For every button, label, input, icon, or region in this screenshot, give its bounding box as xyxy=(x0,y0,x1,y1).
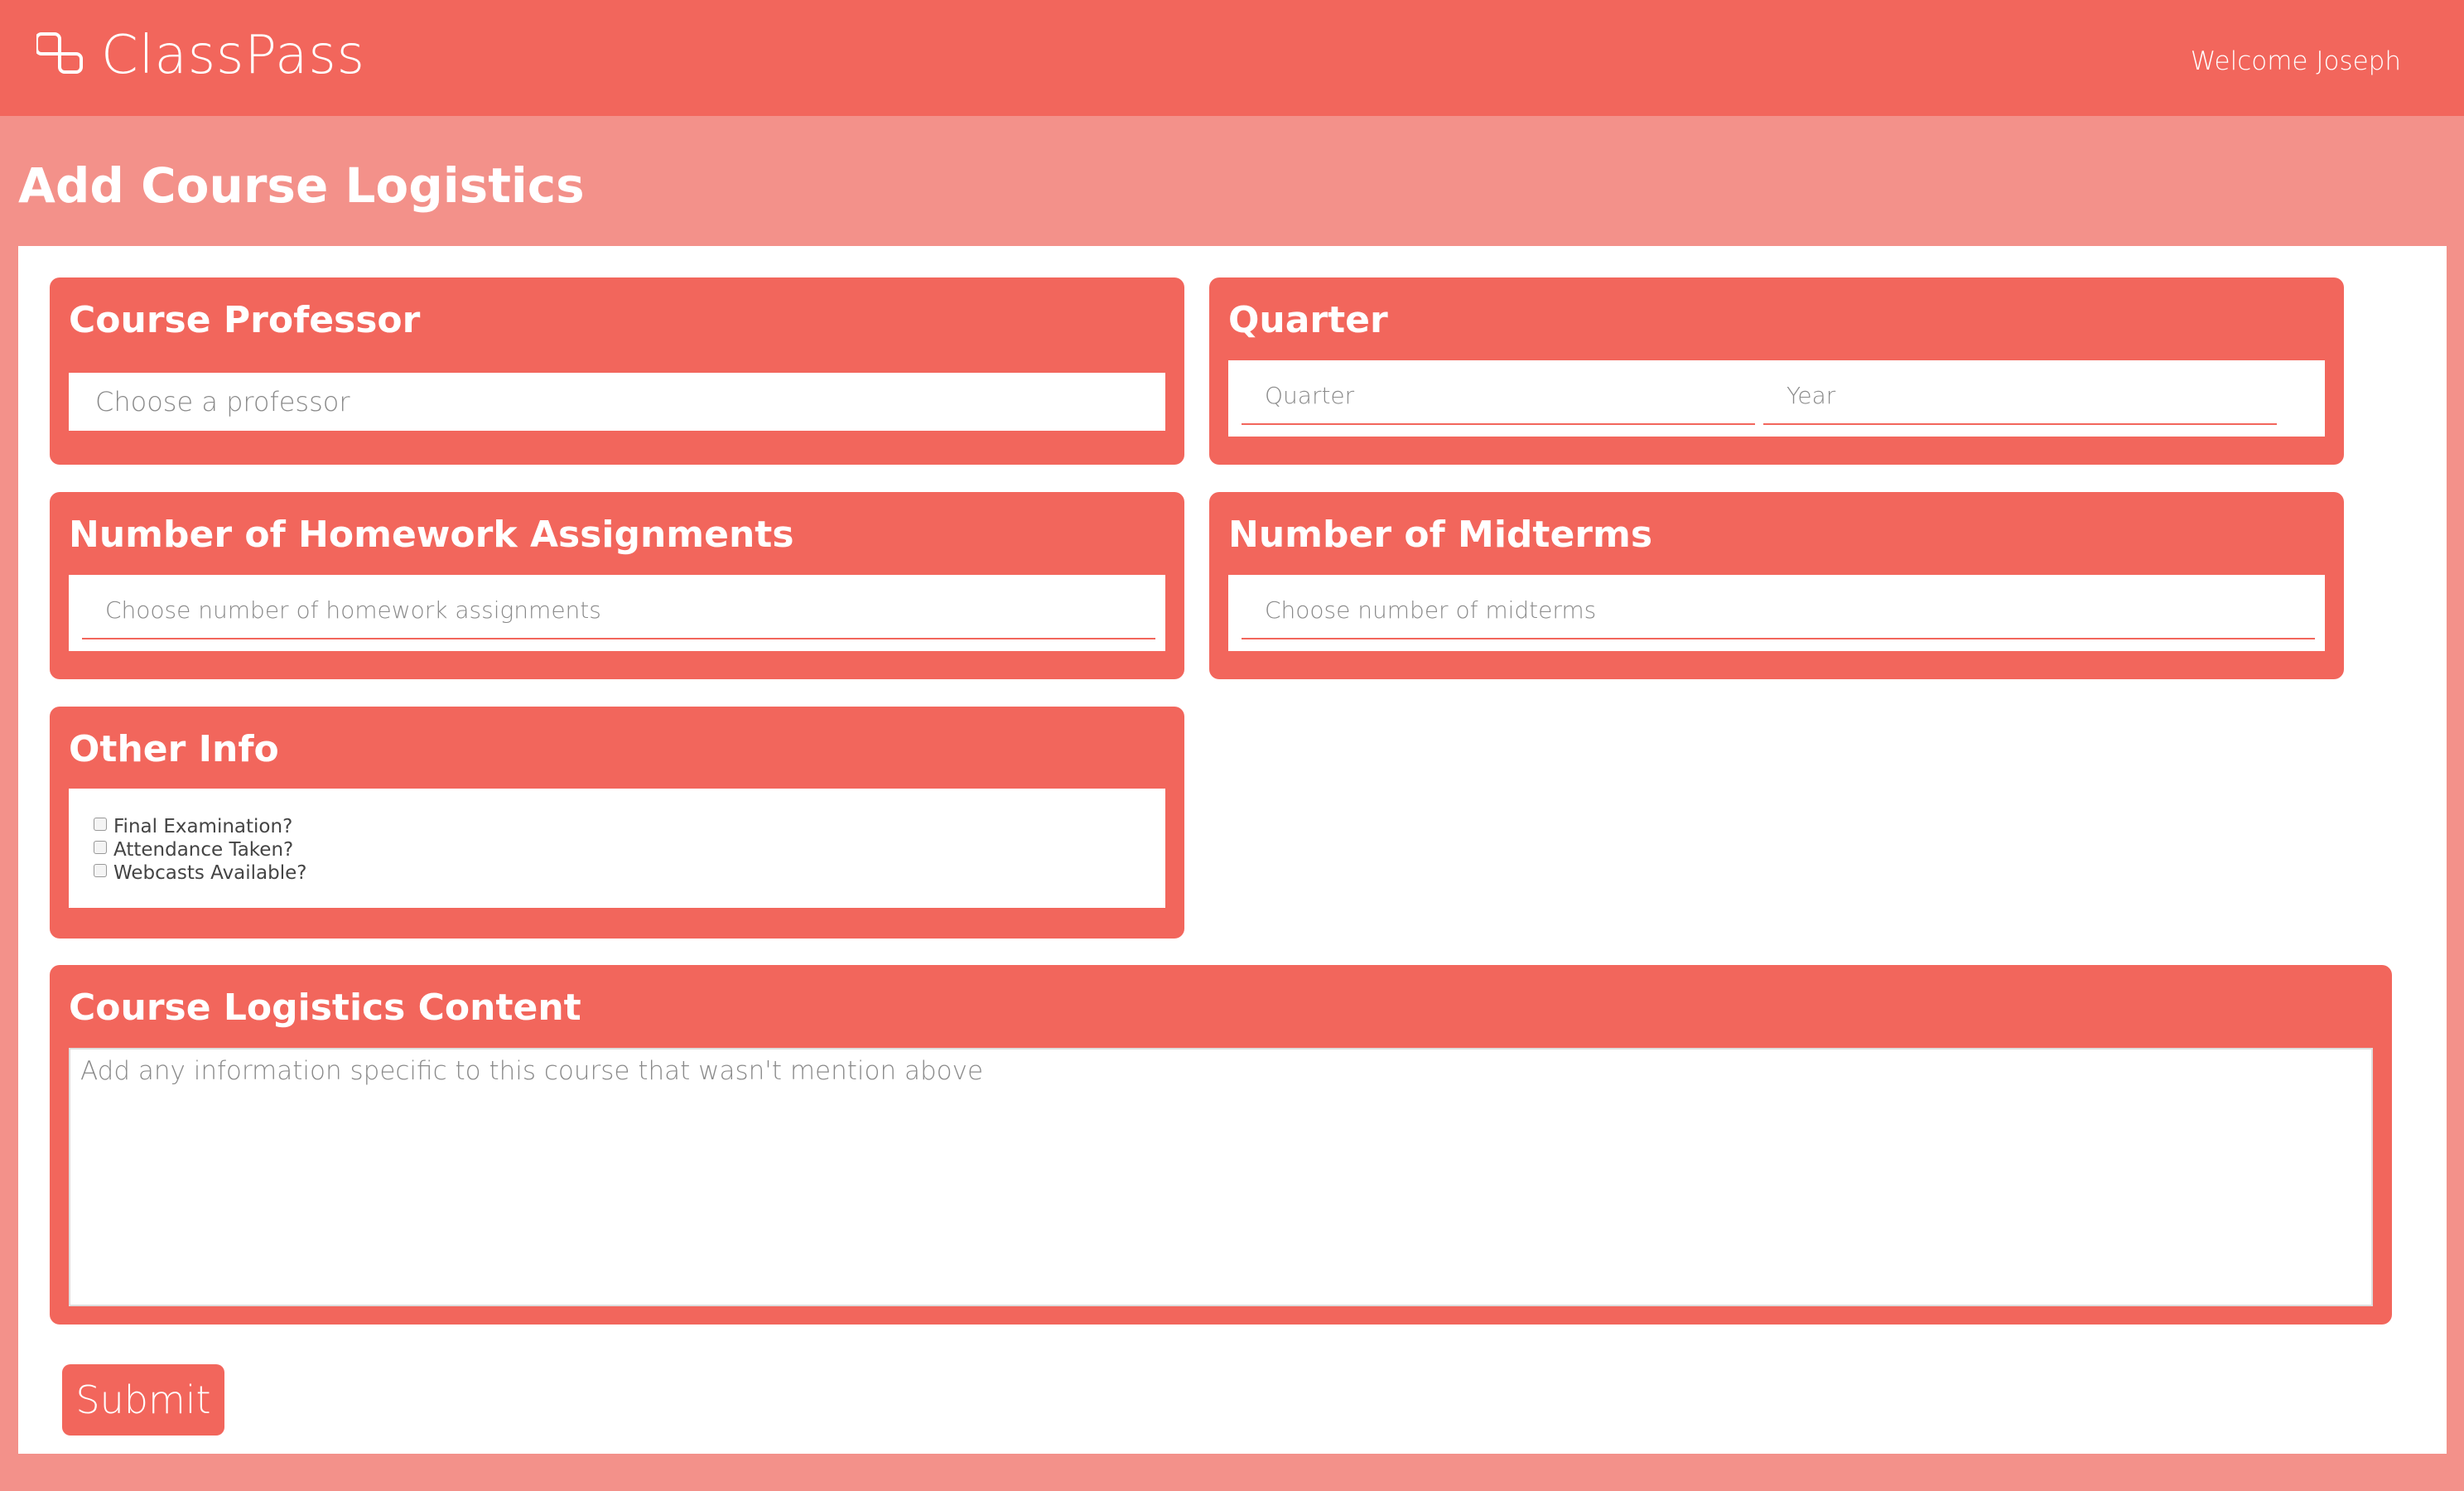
course-logistics-content-title: Course Logistics Content xyxy=(69,987,581,1029)
final-examination-label: Final Examination? xyxy=(113,816,293,837)
midterms-input-panel: Choose number of midterms xyxy=(1228,575,2325,651)
quarter-input-placeholder: Quarter xyxy=(1265,381,1355,409)
midterms-count-placeholder: Choose number of midterms xyxy=(1265,596,1597,624)
other-info-options-panel: Final Examination? Attendance Taken? Web… xyxy=(69,789,1165,908)
quarter-input[interactable]: Quarter xyxy=(1242,367,1755,425)
quarter-title: Quarter xyxy=(1228,299,1388,341)
page-title: Add Course Logistics xyxy=(18,157,585,214)
quarter-card: Quarter Quarter Year xyxy=(1209,277,2344,465)
brand-name: ClassPass xyxy=(101,25,365,86)
midterms-card: Number of Midterms Choose number of midt… xyxy=(1209,492,2344,679)
year-input-placeholder: Year xyxy=(1787,381,1836,409)
other-info-card: Other Info Final Examination? Attendance… xyxy=(50,707,1184,939)
year-input[interactable]: Year xyxy=(1763,367,2277,425)
other-info-title: Other Info xyxy=(69,728,279,770)
professor-select[interactable]: Choose a professor xyxy=(69,373,1165,431)
webcasts-available-label: Webcasts Available? xyxy=(113,862,307,884)
course-professor-card: Course Professor Choose a professor xyxy=(50,277,1184,465)
professor-select-placeholder: Choose a professor xyxy=(95,386,350,417)
attendance-taken-checkbox[interactable] xyxy=(94,841,107,854)
final-examination-checkbox[interactable] xyxy=(94,818,107,831)
homework-count-input[interactable]: Choose number of homework assignments xyxy=(82,581,1155,639)
homework-assignments-card: Number of Homework Assignments Choose nu… xyxy=(50,492,1184,679)
midterms-count-input[interactable]: Choose number of midterms xyxy=(1242,581,2315,639)
midterms-title: Number of Midterms xyxy=(1228,514,1653,556)
submit-button[interactable]: Submit xyxy=(62,1364,224,1436)
classpass-logo-icon xyxy=(36,32,83,74)
attendance-taken-label: Attendance Taken? xyxy=(113,839,294,861)
welcome-message[interactable]: Welcome Joseph xyxy=(2191,46,2401,76)
webcasts-available-checkbox[interactable] xyxy=(94,864,107,877)
webcasts-available-option[interactable]: Webcasts Available? xyxy=(94,861,1165,885)
course-professor-title: Course Professor xyxy=(69,299,421,341)
top-navbar: ClassPass Welcome Joseph xyxy=(0,0,2464,116)
course-logistics-content-card: Course Logistics Content xyxy=(50,965,2392,1325)
homework-assignments-title: Number of Homework Assignments xyxy=(69,514,794,556)
attendance-taken-option[interactable]: Attendance Taken? xyxy=(94,838,1165,861)
brand-logo[interactable]: ClassPass xyxy=(36,25,365,86)
final-examination-option[interactable]: Final Examination? xyxy=(94,815,1165,838)
form-container: Course Professor Choose a professor Quar… xyxy=(18,246,2447,1454)
homework-input-panel: Choose number of homework assignments xyxy=(69,575,1165,651)
homework-count-placeholder: Choose number of homework assignments xyxy=(105,596,601,624)
quarter-inputs-panel: Quarter Year xyxy=(1228,360,2325,437)
course-logistics-textarea[interactable] xyxy=(69,1048,2373,1306)
